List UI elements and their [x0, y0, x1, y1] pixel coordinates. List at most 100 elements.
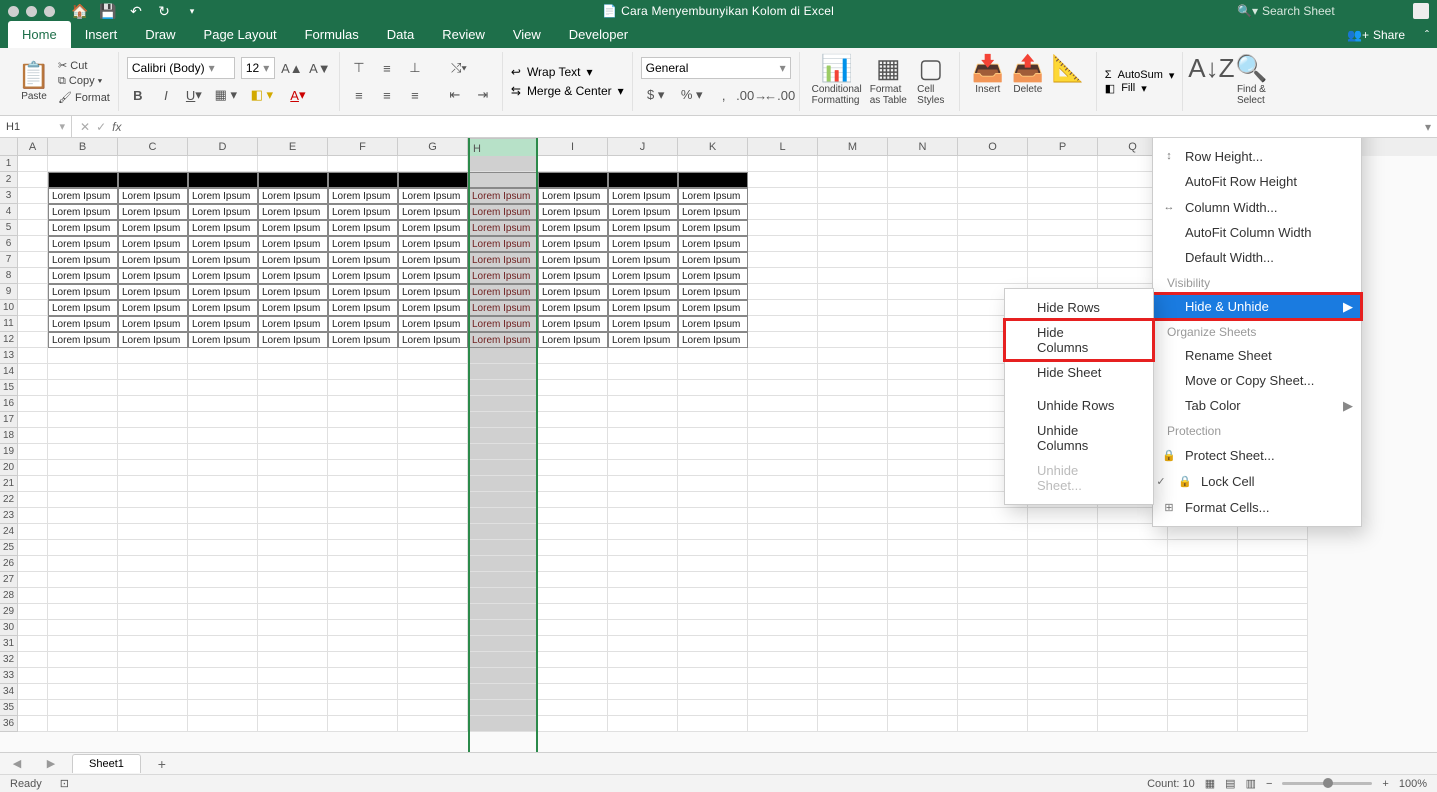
cell-B35[interactable] [48, 700, 118, 716]
cell-E1[interactable] [258, 156, 328, 172]
cell-B34[interactable] [48, 684, 118, 700]
cell-K2[interactable] [678, 172, 748, 188]
cell-I18[interactable] [538, 428, 608, 444]
decrease-indent-icon[interactable]: ⇤ [444, 84, 466, 106]
cell-L25[interactable] [748, 540, 818, 556]
comma-button[interactable]: , [713, 84, 735, 106]
cell-M13[interactable] [818, 348, 888, 364]
cell-B8[interactable]: Lorem Ipsum [48, 268, 118, 284]
cell-O2[interactable] [958, 172, 1028, 188]
add-sheet-button[interactable]: + [151, 756, 173, 772]
copy-button[interactable]: ⧉ Copy ▾ [58, 75, 110, 88]
sheet-nav-next[interactable]: ▶ [34, 757, 68, 770]
cell-N22[interactable] [888, 492, 958, 508]
sheet-tab-1[interactable]: Sheet1 [72, 754, 141, 773]
cell-G15[interactable] [398, 380, 468, 396]
cell-L26[interactable] [748, 556, 818, 572]
cell-H30[interactable] [468, 620, 538, 636]
cell-M24[interactable] [818, 524, 888, 540]
cell-A23[interactable] [18, 508, 48, 524]
cell-L34[interactable] [748, 684, 818, 700]
merge-center-button[interactable]: ⇆ Merge & Center ▾ [511, 84, 624, 98]
cell-G8[interactable]: Lorem Ipsum [398, 268, 468, 284]
cell-F24[interactable] [328, 524, 398, 540]
tab-developer[interactable]: Developer [555, 21, 642, 48]
tab-view[interactable]: View [499, 21, 555, 48]
cell-A27[interactable] [18, 572, 48, 588]
cell-J26[interactable] [608, 556, 678, 572]
row-header-18[interactable]: 18 [0, 428, 18, 444]
cell-U29[interactable] [1168, 604, 1238, 620]
format-button[interactable]: 📐 [1048, 52, 1088, 111]
percent-button[interactable]: % ▾ [677, 84, 707, 106]
cell-F4[interactable]: Lorem Ipsum [328, 204, 398, 220]
cell-K34[interactable] [678, 684, 748, 700]
cell-F15[interactable] [328, 380, 398, 396]
align-top-icon[interactable]: ⊤ [348, 57, 370, 79]
cell-N19[interactable] [888, 444, 958, 460]
cell-C29[interactable] [118, 604, 188, 620]
cell-O5[interactable] [958, 220, 1028, 236]
cell-J28[interactable] [608, 588, 678, 604]
row-header-10[interactable]: 10 [0, 300, 18, 316]
cell-M28[interactable] [818, 588, 888, 604]
cell-M11[interactable] [818, 316, 888, 332]
cell-I15[interactable] [538, 380, 608, 396]
cell-C19[interactable] [118, 444, 188, 460]
cell-F7[interactable]: Lorem Ipsum [328, 252, 398, 268]
cell-I13[interactable] [538, 348, 608, 364]
cell-F1[interactable] [328, 156, 398, 172]
cell-O8[interactable] [958, 268, 1028, 284]
cell-J19[interactable] [608, 444, 678, 460]
insert-button[interactable]: 📥Insert [968, 52, 1008, 111]
cell-C25[interactable] [118, 540, 188, 556]
cell-C24[interactable] [118, 524, 188, 540]
cell-B28[interactable] [48, 588, 118, 604]
row-header-23[interactable]: 23 [0, 508, 18, 524]
cell-L22[interactable] [748, 492, 818, 508]
cell-F10[interactable]: Lorem Ipsum [328, 300, 398, 316]
cell-C8[interactable]: Lorem Ipsum [118, 268, 188, 284]
menu-row-height[interactable]: ↕Row Height... [1153, 143, 1361, 169]
cell-A25[interactable] [18, 540, 48, 556]
cell-L15[interactable] [748, 380, 818, 396]
row-header-25[interactable]: 25 [0, 540, 18, 556]
cell-N11[interactable] [888, 316, 958, 332]
cell-B10[interactable]: Lorem Ipsum [48, 300, 118, 316]
cell-G3[interactable]: Lorem Ipsum [398, 188, 468, 204]
cell-M23[interactable] [818, 508, 888, 524]
cell-A17[interactable] [18, 412, 48, 428]
cell-D14[interactable] [188, 364, 258, 380]
menu-autofit-row[interactable]: AutoFit Row Height [1153, 169, 1361, 194]
cell-Q35[interactable] [1098, 700, 1168, 716]
cell-C3[interactable]: Lorem Ipsum [118, 188, 188, 204]
conditional-formatting-button[interactable]: 📊Conditional Formatting [808, 52, 866, 111]
cell-E16[interactable] [258, 396, 328, 412]
cell-U36[interactable] [1168, 716, 1238, 732]
cell-I21[interactable] [538, 476, 608, 492]
cell-I25[interactable] [538, 540, 608, 556]
cell-F26[interactable] [328, 556, 398, 572]
submenu-hide-sheet[interactable]: Hide Sheet [1005, 360, 1153, 385]
cell-I3[interactable]: Lorem Ipsum [538, 188, 608, 204]
row-header-28[interactable]: 28 [0, 588, 18, 604]
cell-D22[interactable] [188, 492, 258, 508]
cell-C15[interactable] [118, 380, 188, 396]
row-header-12[interactable]: 12 [0, 332, 18, 348]
cell-G9[interactable]: Lorem Ipsum [398, 284, 468, 300]
cell-V31[interactable] [1238, 636, 1308, 652]
cell-N21[interactable] [888, 476, 958, 492]
cell-J36[interactable] [608, 716, 678, 732]
decrease-decimal-icon[interactable]: ←.00 [769, 84, 791, 106]
cell-Q26[interactable] [1098, 556, 1168, 572]
cell-P31[interactable] [1028, 636, 1098, 652]
zoom-out-button[interactable]: − [1266, 778, 1272, 790]
cell-P32[interactable] [1028, 652, 1098, 668]
cell-V36[interactable] [1238, 716, 1308, 732]
cell-M16[interactable] [818, 396, 888, 412]
cell-G25[interactable] [398, 540, 468, 556]
cell-F36[interactable] [328, 716, 398, 732]
row-header-17[interactable]: 17 [0, 412, 18, 428]
row-header-33[interactable]: 33 [0, 668, 18, 684]
cell-P6[interactable] [1028, 236, 1098, 252]
